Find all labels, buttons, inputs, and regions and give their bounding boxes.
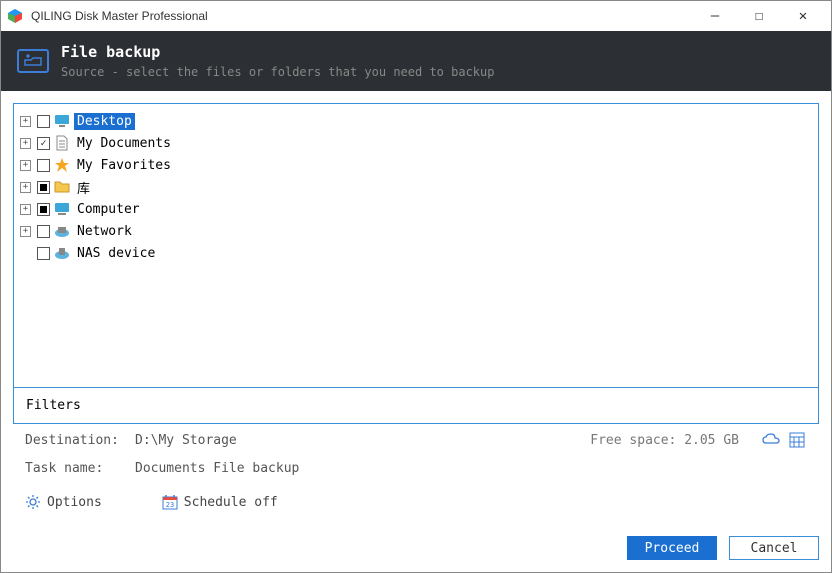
tree-item-label[interactable]: Network (74, 223, 135, 240)
task-name-value[interactable]: Documents File backup (135, 461, 299, 476)
options-button[interactable]: Options (25, 494, 102, 510)
star-icon (54, 157, 70, 173)
tree-item[interactable]: NAS device (18, 242, 814, 264)
nas-icon (54, 245, 70, 261)
destination-label: Destination: (25, 433, 135, 448)
desktop-icon (54, 113, 70, 129)
checkbox[interactable] (37, 203, 50, 216)
file-backup-icon (17, 49, 49, 73)
computer-icon (54, 201, 70, 217)
checkbox[interactable] (37, 159, 50, 172)
main-area: +Desktop+✓My Documents+My Favorites+库+Co… (1, 91, 831, 536)
checkbox[interactable]: ✓ (37, 137, 50, 150)
close-button[interactable]: ✕ (781, 2, 825, 30)
titlebar: QILING Disk Master Professional — ☐ ✕ (1, 1, 831, 31)
window-controls: — ☐ ✕ (693, 2, 825, 30)
schedule-button[interactable]: 23 Schedule off (162, 494, 278, 510)
tree-item[interactable]: + Network (18, 220, 814, 242)
destination-row: Destination: D:\My Storage Free space: 2… (13, 424, 819, 452)
checkbox[interactable] (37, 181, 50, 194)
svg-text:23: 23 (166, 501, 174, 509)
network-icon (54, 223, 70, 239)
expand-icon[interactable]: + (20, 182, 31, 193)
header: File backup Source - select the files or… (1, 31, 831, 91)
folder-icon (54, 179, 70, 195)
browse-cloud-icon[interactable] (761, 431, 781, 449)
proceed-button[interactable]: Proceed (627, 536, 717, 560)
window-title: QILING Disk Master Professional (31, 9, 693, 23)
tree-item[interactable]: + Desktop (18, 110, 814, 132)
task-name-row: Task name: Documents File backup (13, 452, 819, 480)
gear-icon (25, 494, 41, 510)
tree-item[interactable]: + Computer (18, 198, 814, 220)
footer: Proceed Cancel (1, 536, 831, 572)
tree-item[interactable]: +库 (18, 176, 814, 198)
schedule-label: Schedule off (184, 495, 278, 510)
source-tree-panel: +Desktop+✓My Documents+My Favorites+库+Co… (13, 103, 819, 424)
free-space: Free space: 2.05 GB (590, 433, 739, 448)
checkbox[interactable] (37, 115, 50, 128)
source-tree[interactable]: +Desktop+✓My Documents+My Favorites+库+Co… (14, 104, 818, 387)
expand-icon[interactable]: + (20, 226, 31, 237)
checkbox[interactable] (37, 225, 50, 238)
document-icon (54, 135, 70, 151)
cancel-button[interactable]: Cancel (729, 536, 819, 560)
expand-icon[interactable]: + (20, 160, 31, 171)
destination-value[interactable]: D:\My Storage (135, 433, 237, 448)
task-name-label: Task name: (25, 461, 135, 476)
expand-icon[interactable]: + (20, 204, 31, 215)
checkbox[interactable] (37, 247, 50, 260)
options-label: Options (47, 495, 102, 510)
header-subtitle: Source - select the files or folders tha… (61, 65, 494, 79)
calendar-icon: 23 (162, 494, 178, 510)
calculator-icon[interactable] (787, 431, 807, 449)
expand-icon[interactable]: + (20, 116, 31, 127)
header-title: File backup (61, 43, 494, 61)
app-logo-icon (7, 8, 23, 24)
tree-item-label[interactable]: My Favorites (74, 157, 174, 174)
tree-item[interactable]: + ✓ My Documents (18, 132, 814, 154)
expand-icon[interactable]: + (20, 138, 31, 149)
tree-item[interactable]: + My Favorites (18, 154, 814, 176)
filters-label: Filters (26, 398, 81, 413)
tree-item-label[interactable]: Desktop (74, 113, 135, 130)
minimize-button[interactable]: — (693, 2, 737, 30)
tree-item-label[interactable]: NAS device (74, 245, 158, 262)
maximize-button[interactable]: ☐ (737, 2, 781, 30)
tree-item-label[interactable]: 库 (74, 177, 93, 198)
options-row: Options 23 Schedule off (13, 480, 819, 524)
filters-bar[interactable]: Filters (14, 387, 818, 423)
tree-item-label[interactable]: My Documents (74, 135, 174, 152)
tree-item-label[interactable]: Computer (74, 201, 143, 218)
